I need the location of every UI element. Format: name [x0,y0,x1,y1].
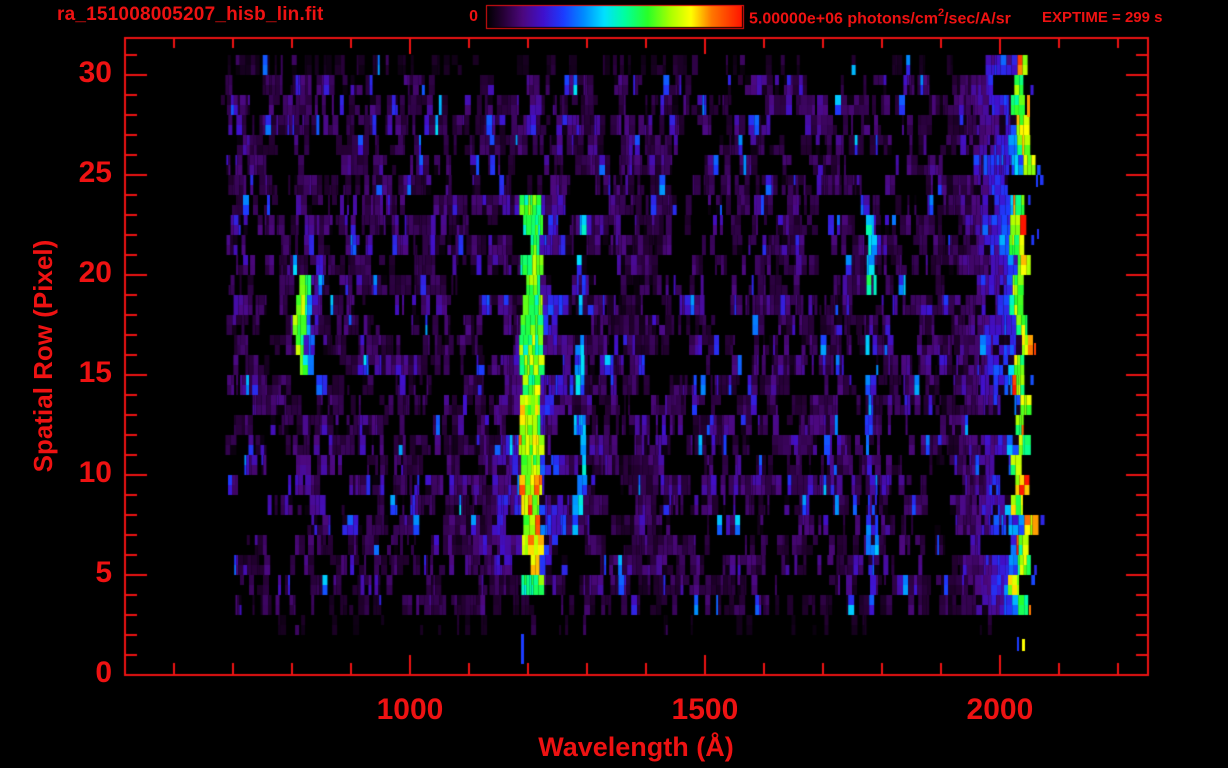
x-axis-title: Wavelength (Å) [538,732,734,762]
y-tick-label: 30 [78,56,112,89]
y-tick-label: 15 [78,356,112,389]
colorbar-max-label-suffix: /sec/A/sr [944,10,1011,28]
colorbar-max-label: 5.00000e+06 photons/cm2/sec/A/sr [749,7,1011,28]
y-tick-label: 20 [78,256,112,289]
spectrogram-plot-canvas [0,0,1228,768]
colorbar-max-label-superscript: 2 [937,7,945,19]
y-tick-label: 0 [95,656,112,689]
x-tick-label: 1000 [376,693,444,726]
y-tick-label: 25 [78,156,112,189]
x-tick-label: 1500 [671,693,739,726]
exptime-label: EXPTIME = 299 s [1042,9,1163,26]
colorbar-max-label-prefix: 5.00000e+06 photons/cm [749,10,938,28]
x-tick-label: 2000 [966,693,1034,726]
file-title: ra_151008005207_hisb_lin.fit [57,4,324,25]
y-tick-label: 10 [78,456,112,489]
y-tick-label: 5 [95,556,112,589]
spectrogram-viewer-window: ra_151008005207_hisb_lin.fit 0 5.00000e+… [0,0,1228,768]
y-axis-title: Spatial Row (Pixel) [28,239,58,473]
colorbar-min-label: 0 [469,8,478,25]
